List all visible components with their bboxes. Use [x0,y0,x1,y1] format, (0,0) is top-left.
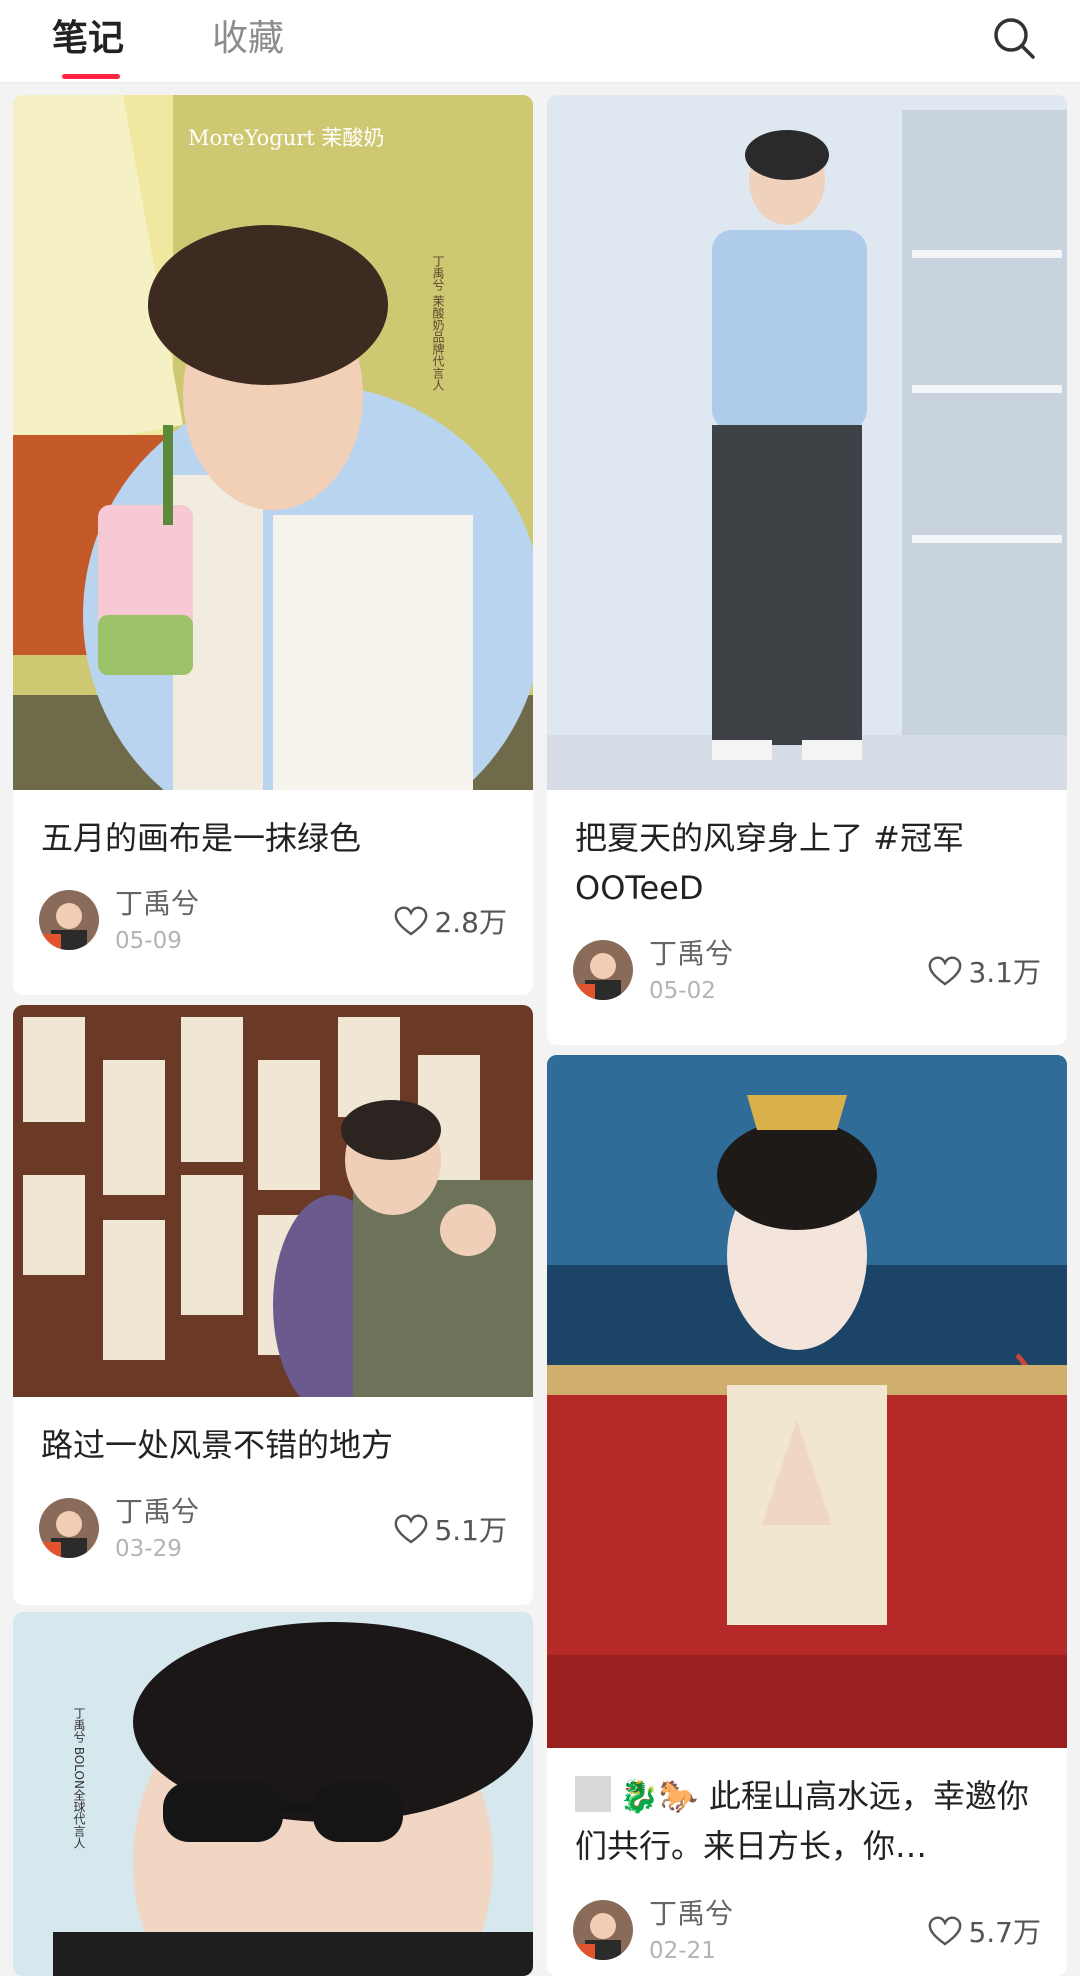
avatar-image [573,1900,633,1960]
note-cover-image [13,1005,533,1397]
like-count: 2.8万 [434,906,507,939]
note-cover-image [547,1055,1067,1748]
author-name[interactable]: 丁禹兮 [649,937,733,971]
heart-outline-icon [929,956,962,986]
author-name[interactable]: 丁禹兮 [115,887,199,921]
note-card[interactable]: 🐉🐎 此程山高水远，幸邀你们共行。来日方长，你… 丁禹兮 02-21 5.7万 [547,1055,1067,1976]
avatar[interactable] [573,940,633,1000]
like-button[interactable]: 5.7万 [928,1911,1041,1951]
note-card[interactable]: 丁禹兮 BOLON全球代言人 [13,1612,533,1976]
note-title: 五月的画布是一抹绿色 [41,819,362,857]
note-title: 🐉🐎 此程山高水远，幸邀你们共行。来日方长，你… [575,1771,1047,1871]
tab-notes[interactable]: 笔记 [52,14,124,64]
note-title: 路过一处风景不错的地方 [41,1426,394,1464]
like-count: 3.1万 [968,956,1041,989]
note-cover-image: 丁禹兮 BOLON全球代言人 [13,1612,533,1976]
avatar[interactable] [39,890,99,950]
note-card[interactable]: MoreYogurt 茉酸奶 丁禹兮 茉酸奶品牌代言人 五月的画布是一抹绿色 丁… [13,95,533,995]
brand-logo-text: MoreYogurt 茉酸奶 [188,126,384,150]
avatar-image [39,1498,99,1558]
post-date: 05-02 [649,978,716,1004]
note-cover-image: MoreYogurt 茉酸奶 丁禹兮 茉酸奶品牌代言人 [13,95,533,790]
tab-favorites[interactable]: 收藏 [212,14,284,64]
endorsement-text: 丁禹兮 BOLON全球代言人 [72,1707,86,1849]
avatar-image [39,890,99,950]
note-cover-image [547,95,1067,790]
like-button[interactable]: 2.8万 [394,901,507,941]
active-tab-indicator [62,74,120,79]
like-count: 5.1万 [434,1514,507,1547]
post-date: 05-09 [115,928,182,954]
like-count: 5.7万 [968,1916,1041,1949]
post-date: 03-29 [115,1536,182,1562]
note-card[interactable]: 路过一处风景不错的地方 丁禹兮 03-29 5.1万 [13,1005,533,1605]
post-date: 02-21 [649,1938,716,1964]
like-button[interactable]: 5.1万 [394,1509,507,1549]
heart-outline-icon [395,1514,428,1544]
like-button[interactable]: 3.1万 [928,951,1041,991]
top-tab-bar: 笔记 收藏 [0,0,1080,83]
emoji-placeholder [575,1776,611,1812]
search-button[interactable] [990,14,1038,62]
title-emoji: 🐉🐎 [619,1777,699,1815]
heart-outline-icon [395,906,428,936]
note-card[interactable]: 把夏天的风穿身上了 #冠军OOTeeD 丁禹兮 05-02 3.1万 [547,95,1067,1045]
heart-outline-icon [929,1916,962,1946]
author-name[interactable]: 丁禹兮 [115,1495,199,1529]
avatar-image [573,940,633,1000]
note-title: 把夏天的风穿身上了 #冠军OOTeeD [575,819,964,907]
avatar[interactable] [39,1498,99,1558]
avatar[interactable] [573,1900,633,1960]
search-icon [994,18,1035,59]
endorsement-text: 丁禹兮 茉酸奶品牌代言人 [431,255,445,391]
author-name[interactable]: 丁禹兮 [649,1897,733,1931]
